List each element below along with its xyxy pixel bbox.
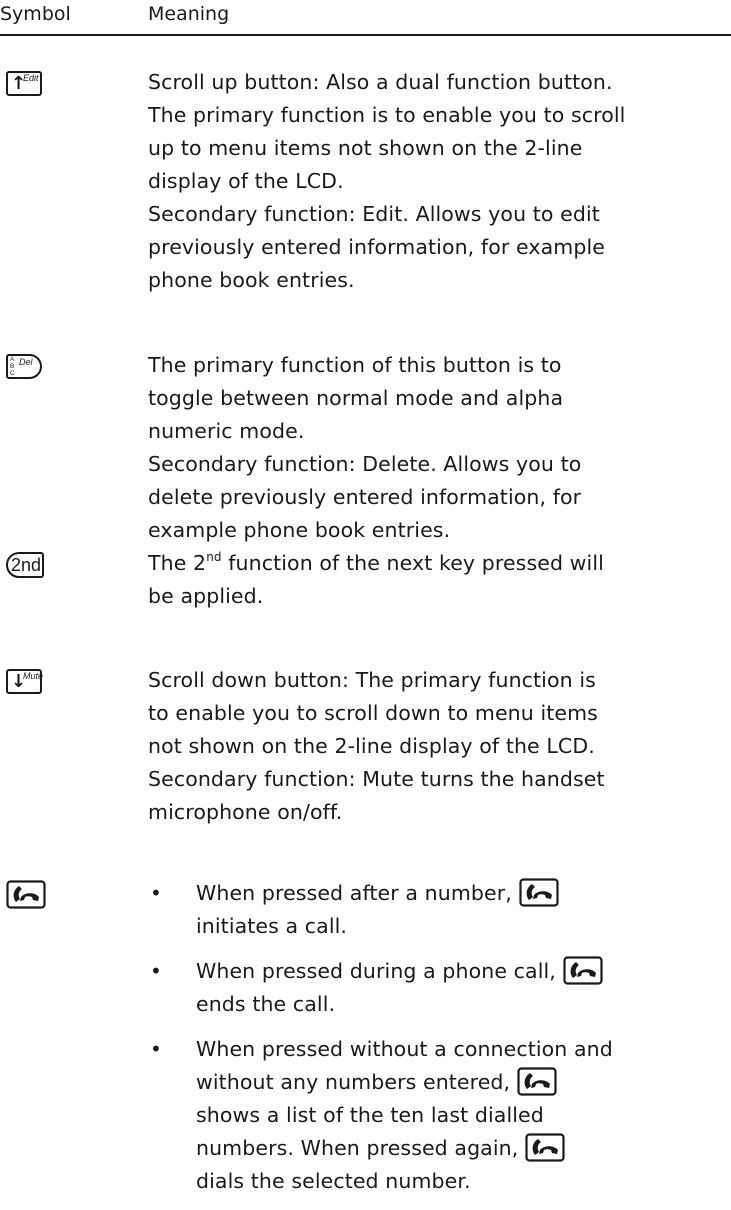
scroll-up-icon: ↑ Edit: [6, 71, 42, 96]
description-line: The 2nd function of the next key pressed…: [148, 550, 604, 575]
description-line: numeric mode.: [148, 419, 305, 443]
table-row-scroll-up: ↑ Edit Scroll up button: Also a dual fun…: [0, 66, 731, 306]
description-line: phone book entries.: [148, 268, 355, 292]
description-line: to enable you to scroll down to menu ite…: [148, 701, 598, 725]
alpha-del-icon: ABC Del: [6, 354, 42, 379]
column-header-symbol: Symbol: [0, 3, 71, 25]
description-line: be applied.: [148, 584, 264, 608]
second-function-icon: 2nd: [6, 552, 44, 578]
description-line: Scroll up button: Also a dual function b…: [148, 70, 613, 94]
description-line: previously entered information, for exam…: [148, 235, 605, 259]
phone-call-icon: [525, 1133, 565, 1162]
list-item: When pressed without a connection and wi…: [148, 1033, 731, 1198]
phone-call-icon: [518, 878, 559, 907]
table-row-second-function: 2nd The 2nd function of the next key pre…: [0, 547, 731, 617]
table-row-phone-key: When pressed after a number, initiates a…: [0, 877, 731, 1193]
description-line: toggle between normal mode and alpha: [148, 386, 564, 410]
description-line: delete previously entered information, f…: [148, 485, 582, 509]
meaning-cell: The 2nd function of the next key pressed…: [148, 547, 731, 613]
phone-call-icon: [6, 880, 46, 909]
list-item: When pressed during a phone call, ends t…: [148, 955, 731, 1021]
description-line: up to menu items not shown on the 2-line: [148, 136, 583, 160]
description-line: Secondary function: Edit. Allows you to …: [148, 202, 600, 226]
description-line: example phone book entries.: [148, 518, 451, 542]
description-line: The primary function of this button is t…: [148, 353, 562, 377]
description-line: Scroll down button: The primary function…: [148, 668, 596, 692]
list-item: When pressed after a number, initiates a…: [148, 877, 731, 943]
description-line: Secondary function: Delete. Allows you t…: [148, 452, 582, 476]
bullet-list: When pressed after a number, initiates a…: [148, 877, 731, 1198]
table-row-alpha-del: ABC Del The primary function of this but…: [0, 349, 731, 549]
meaning-cell: When pressed after a number, initiates a…: [148, 877, 731, 1210]
phone-call-icon: [517, 1067, 557, 1096]
meaning-cell: Scroll down button: The primary function…: [148, 664, 731, 829]
scroll-down-icon: ↓ Mute: [6, 669, 43, 694]
description-line: Secondary function: Mute turns the hands…: [148, 767, 605, 791]
table-header: Symbol Meaning: [0, 0, 731, 36]
description-line: microphone on/off.: [148, 800, 343, 824]
meaning-cell: Scroll up button: Also a dual function b…: [148, 66, 731, 297]
table-row-scroll-down: ↓ Mute Scroll down button: The primary f…: [0, 664, 731, 834]
meaning-cell: The primary function of this button is t…: [148, 349, 731, 547]
column-header-meaning: Meaning: [148, 3, 230, 25]
description-line: display of the LCD.: [148, 169, 344, 193]
phone-call-icon: [562, 956, 603, 985]
description-line: not shown on the 2-line display of the L…: [148, 734, 595, 758]
description-line: The primary function is to enable you to…: [148, 103, 626, 127]
